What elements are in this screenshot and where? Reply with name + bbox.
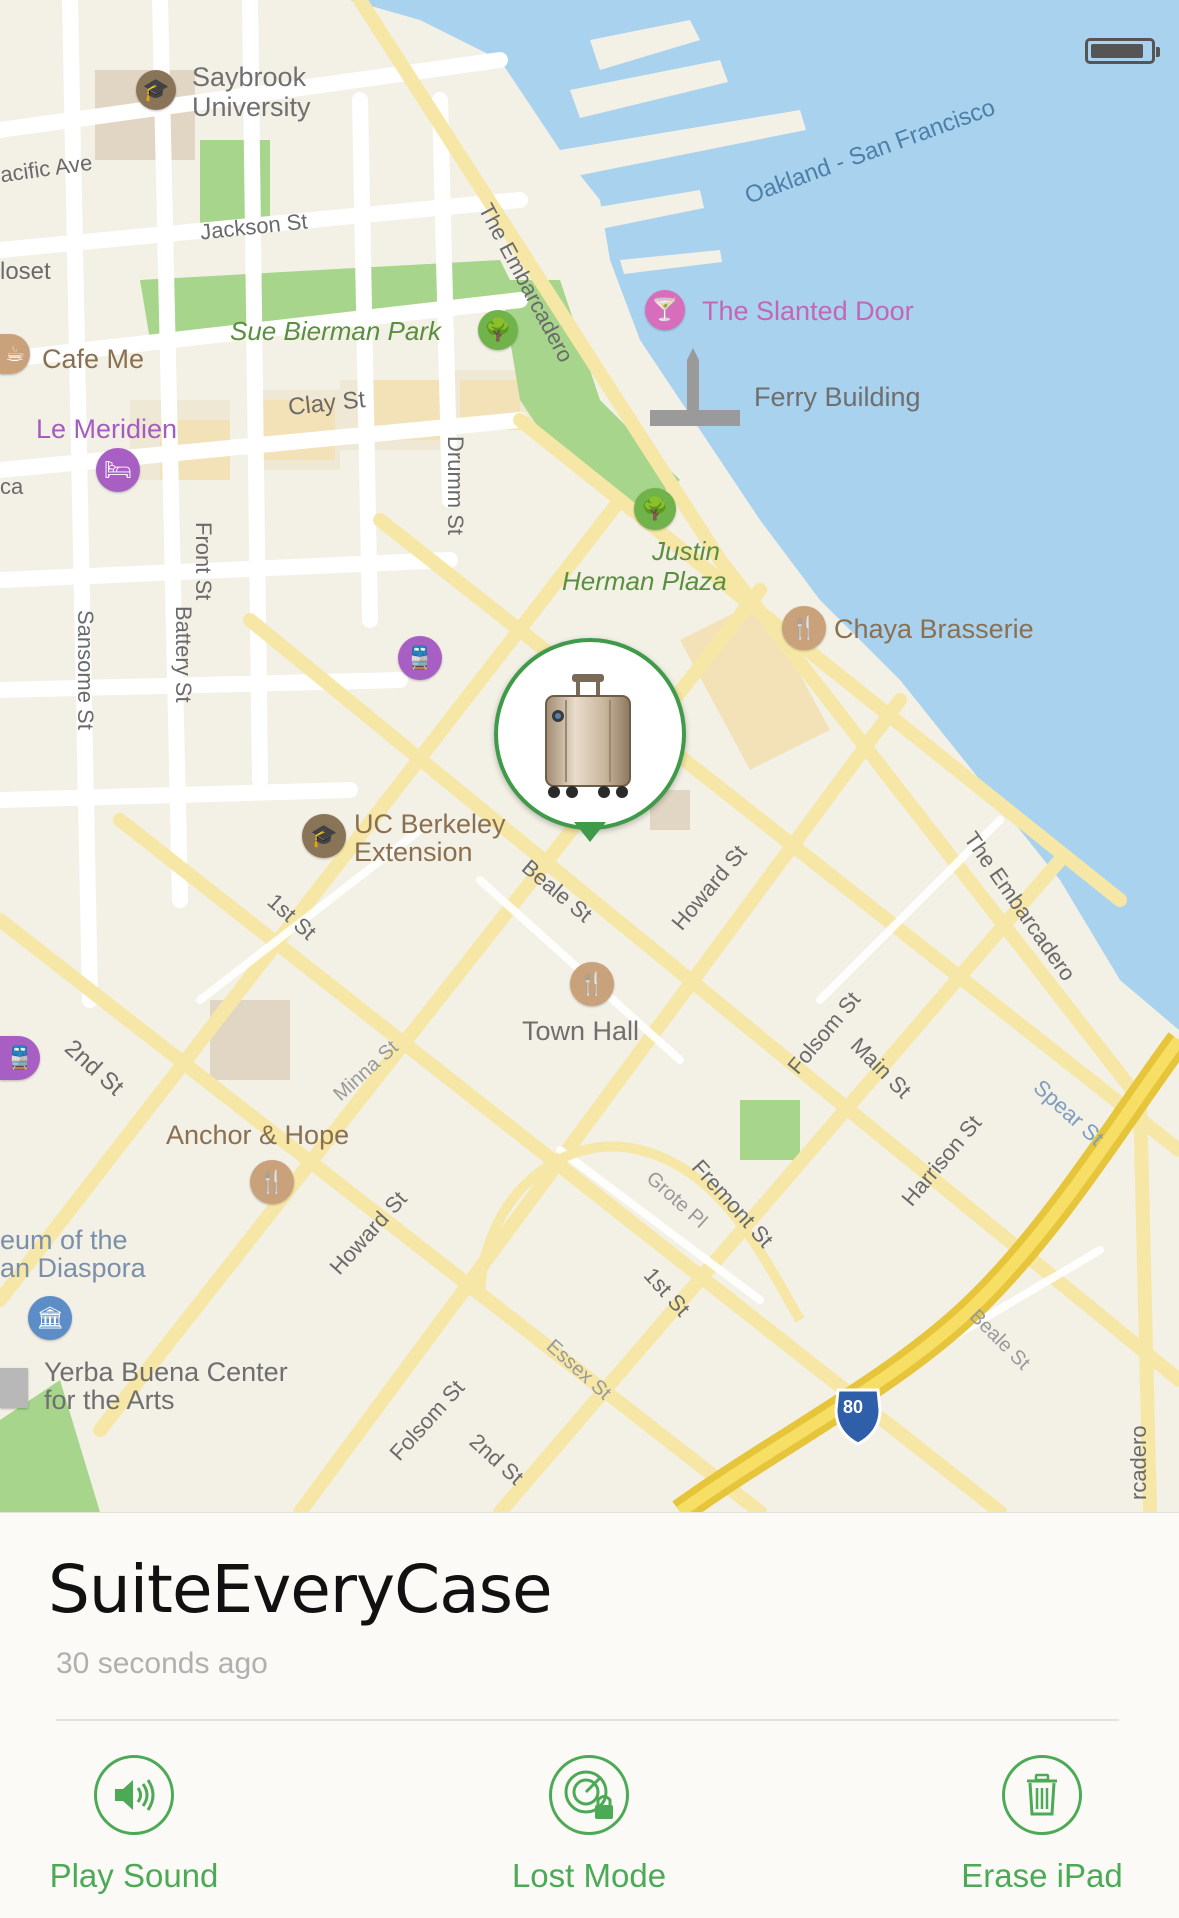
- anchor-hope-label: Anchor & Hope: [166, 1120, 350, 1150]
- hotel-icon[interactable]: 🛏: [96, 448, 140, 492]
- chaya-brasserie-label: Chaya Brasserie: [834, 614, 1034, 644]
- restaurant-icon-2[interactable]: 🍴: [570, 962, 614, 1006]
- lost-mode-label: Lost Mode: [511, 1857, 667, 1894]
- cafe-me-label: Cafe Me: [42, 344, 145, 374]
- battery-icon: [1085, 38, 1160, 64]
- arts-center-icon[interactable]: [0, 1368, 28, 1408]
- drumm-st-label: Drumm St: [443, 436, 468, 535]
- plaza-tree-icon[interactable]: 🌳: [634, 488, 676, 530]
- sue-bierman-park-label: Sue Bierman Park: [230, 316, 441, 346]
- map-view[interactable]: 🎓 🌳 🍸 🛏 ☕ 🌳 🍴 🚆 🎓 🍴 🚆 🍴 🏛 Saybrook Unive…: [0, 0, 1179, 1512]
- device-location-pin[interactable]: [494, 638, 686, 842]
- park-tree-icon[interactable]: 🌳: [478, 310, 518, 350]
- radar-lock-icon: [549, 1755, 629, 1835]
- front-st-label: Front St: [191, 522, 216, 601]
- university-icon-2[interactable]: 🎓: [302, 814, 346, 858]
- slanted-door-label: The Slanted Door: [702, 296, 914, 326]
- closet-label: loset: [0, 258, 51, 285]
- battery-st-label: Battery St: [171, 606, 196, 703]
- lost-mode-button[interactable]: Lost Mode: [459, 1755, 719, 1905]
- museum-icon[interactable]: 🏛: [28, 1296, 72, 1340]
- ferry-building-label: Ferry Building: [754, 382, 921, 412]
- pin-tail: [574, 822, 606, 842]
- play-sound-label: Play Sound: [49, 1857, 219, 1894]
- university-icon[interactable]: 🎓: [136, 70, 176, 110]
- device-info-panel: SuiteEveryCase 30 seconds ago Play Sound: [0, 1512, 1179, 1918]
- sansome-st-label: Sansome St: [73, 610, 98, 730]
- play-sound-button[interactable]: Play Sound: [4, 1755, 264, 1905]
- justin-herman-label-2: Herman Plaza: [562, 566, 727, 596]
- erase-ipad-label: Erase iPad: [961, 1857, 1123, 1894]
- restaurant-icon-3[interactable]: 🍴: [250, 1160, 294, 1204]
- saybrook-label: Saybrook University: [192, 62, 311, 122]
- town-hall-label: Town Hall: [522, 1016, 640, 1046]
- last-seen-timestamp: 30 seconds ago: [56, 1647, 268, 1680]
- suitcase-icon: [545, 674, 631, 798]
- uc-berkeley-extension-label: UC Berkeley Extension: [354, 809, 506, 867]
- museum-diaspora-label: eum of the an Diaspora: [0, 1225, 146, 1283]
- justin-herman-label-1: Justin: [652, 536, 720, 566]
- restaurant-icon[interactable]: 🍴: [782, 606, 826, 650]
- divider: [56, 1719, 1119, 1721]
- device-name: SuiteEveryCase: [48, 1551, 553, 1628]
- find-my-app: 🎓 🌳 🍸 🛏 ☕ 🌳 🍴 🚆 🎓 🍴 🚆 🍴 🏛 Saybrook Unive…: [0, 0, 1179, 1918]
- speaker-icon: [94, 1755, 174, 1835]
- trash-icon: [1002, 1755, 1082, 1835]
- ca-label: ca: [0, 474, 24, 499]
- embarcadero-bottom-label: rcadero: [1126, 1425, 1151, 1500]
- interstate-80-label: 80: [843, 1397, 864, 1417]
- bar-cocktail-icon[interactable]: 🍸: [645, 290, 685, 330]
- erase-ipad-button[interactable]: Erase iPad: [912, 1755, 1172, 1905]
- le-meridien-label: Le Meridien: [36, 414, 178, 444]
- yerba-buena-label: Yerba Buena Center for the Arts: [44, 1357, 288, 1415]
- transit-station-icon[interactable]: 🚆: [398, 636, 442, 680]
